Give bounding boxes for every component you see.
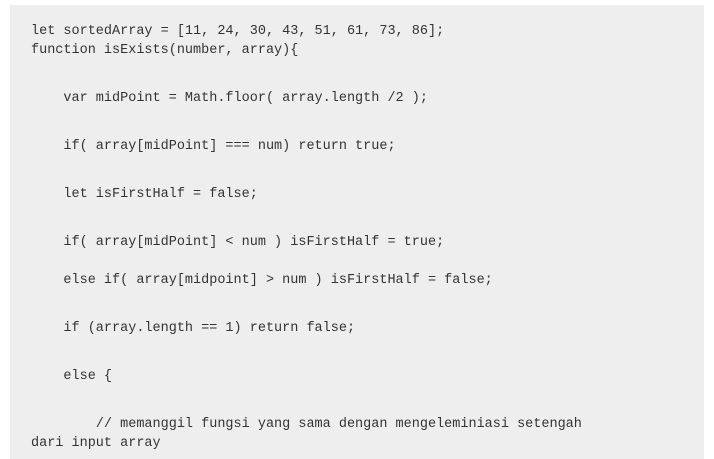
code-line-6: if( array[midPoint] < num ) isFirstHalf …: [31, 235, 445, 250]
code-line-1: let sortedArray = [11, 24, 30, 43, 51, 6…: [31, 24, 445, 39]
code-block: let sortedArray = [11, 24, 30, 43, 51, 6…: [10, 5, 704, 459]
code-line-7: else if( array[midpoint] > num ) isFirst…: [31, 273, 493, 288]
code-line-11: dari input array: [31, 436, 161, 451]
code-line-8: if (array.length == 1) return false;: [31, 321, 356, 336]
code-line-4: if( array[midPoint] === num) return true…: [31, 139, 396, 154]
code-line-5: let isFirstHalf = false;: [31, 187, 258, 202]
code-line-9: else {: [31, 369, 113, 384]
code-line-3: var midPoint = Math.floor( array.length …: [31, 91, 428, 106]
code-line-10: // memanggil fungsi yang sama dengan men…: [31, 417, 582, 432]
code-line-2: function isExists(number, array){: [31, 43, 299, 58]
